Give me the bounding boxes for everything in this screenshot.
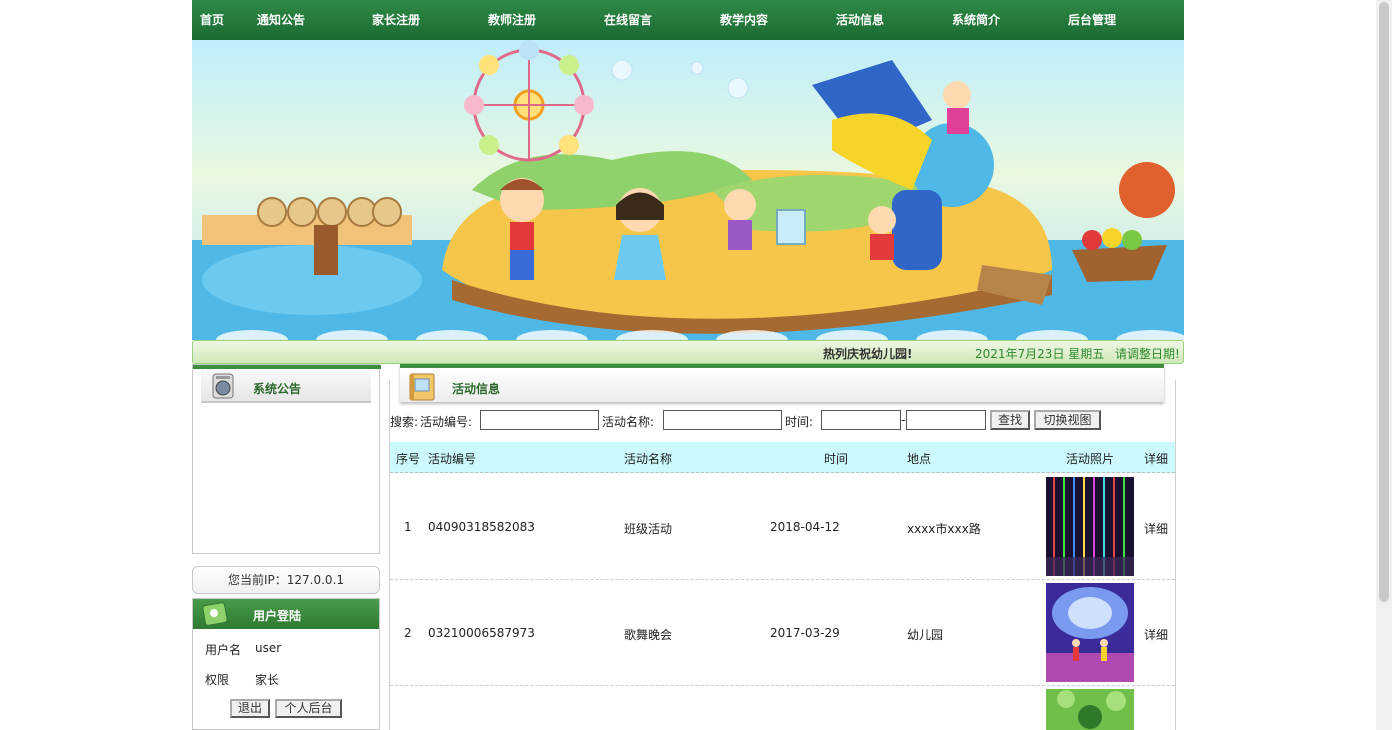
login-title: 用户登陆 — [253, 609, 302, 623]
logout-button[interactable]: 退出 — [230, 699, 270, 718]
detail-link[interactable]: 详细 — [1144, 626, 1168, 643]
nav-home[interactable]: 首页 — [200, 11, 224, 28]
search-button[interactable]: 查找 — [990, 410, 1030, 430]
table-row: 1 04090318582083 班级活动 2018-04-12 xxxx市xx… — [390, 474, 1175, 580]
row-activity-id: 03210006587973 — [428, 626, 535, 640]
row-date: 2017-03-29 — [770, 626, 840, 640]
current-date: 2021年7月23日 星期五 — [975, 347, 1105, 361]
table-row: 2 03210006587973 歌舞晚会 2017-03-29 幼儿园 详细 — [390, 580, 1175, 686]
login-panel: 用户登陆 用户名 user 权限 家长 退出 个人后台 — [192, 598, 380, 730]
stage-photo[interactable] — [1046, 583, 1134, 682]
row-activity-name: 歌舞晚会 — [624, 628, 673, 642]
nav-activities[interactable]: 活动信息 — [836, 11, 884, 28]
page-scrollbar[interactable] — [1376, 0, 1392, 730]
date-tip: 请调整日期! — [1115, 347, 1180, 361]
col-index: 序号 — [396, 452, 421, 466]
row-place: xxxx市xxx路 — [907, 522, 981, 536]
notice-panel: 系统公告 — [192, 364, 381, 554]
nav-message-board[interactable]: 在线留言 — [604, 11, 652, 28]
nav-admin[interactable]: 后台管理 — [1068, 11, 1116, 28]
nav-teaching-content[interactable]: 教学内容 — [720, 11, 768, 28]
time-separator: - — [901, 413, 906, 427]
row-index: 2 — [404, 626, 412, 640]
scrollbar-thumb[interactable] — [1379, 2, 1389, 602]
row-activity-id: 04090318582083 — [428, 520, 535, 534]
detail-link[interactable]: 详细 — [1144, 520, 1168, 537]
nav-teacher-register[interactable]: 教师注册 — [488, 11, 536, 28]
activity-name-label: 活动名称: — [602, 415, 655, 429]
search-label: 搜索: — [390, 415, 419, 429]
time-label: 时间: — [785, 415, 814, 429]
table-row — [390, 686, 1175, 730]
photo-album-icon — [409, 373, 435, 401]
activity-id-label: 活动编号: — [420, 415, 473, 429]
notice-header: 系统公告 — [201, 369, 371, 403]
nav-notices[interactable]: 通知公告 — [257, 11, 305, 28]
row-date: 2018-04-12 — [770, 520, 840, 534]
activity-id-input[interactable] — [480, 410, 599, 430]
lights-photo[interactable] — [1046, 477, 1134, 576]
col-photo: 活动照片 — [1066, 452, 1115, 466]
login-icon — [202, 602, 228, 626]
top-nav: 首页 通知公告 家长注册 教师注册 在线留言 教学内容 活动信息 系统简介 后台… — [192, 0, 1184, 40]
page-title: 活动信息 — [452, 382, 501, 396]
col-detail: 详细 — [1144, 452, 1169, 466]
table-header: 序号 活动编号 活动名称 时间 地点 活动照片 详细 — [390, 442, 1175, 473]
role-label: 权限 — [205, 673, 230, 687]
activity-name-input[interactable] — [663, 410, 782, 430]
main-header: 活动信息 — [400, 364, 1164, 402]
username-label: 用户名 — [205, 643, 242, 657]
notice-title: 系统公告 — [253, 382, 302, 396]
banner-illustration — [192, 40, 1184, 340]
time-start-input[interactable] — [821, 410, 901, 430]
login-header: 用户登陆 — [193, 599, 379, 629]
col-place: 地点 — [907, 452, 932, 466]
col-activity-name: 活动名称 — [624, 452, 673, 466]
toggle-view-button[interactable]: 切换视图 — [1034, 410, 1101, 430]
col-activity-id: 活动编号 — [428, 452, 477, 466]
time-end-input[interactable] — [906, 410, 986, 430]
nav-parent-register[interactable]: 家长注册 — [372, 11, 420, 28]
row-place: 幼儿园 — [907, 628, 944, 642]
marquee-bar: 热列庆祝幼儿园! 2021年7月23日 星期五 请调整日期! — [192, 340, 1184, 364]
personal-backend-button[interactable]: 个人后台 — [275, 699, 342, 718]
role-value: 家长 — [255, 673, 280, 687]
nav-about[interactable]: 系统简介 — [952, 11, 1000, 28]
row-activity-name: 班级活动 — [624, 522, 673, 536]
col-time: 时间 — [824, 452, 849, 466]
marquee-message: 热列庆祝幼儿园! — [823, 347, 913, 361]
row-index: 1 — [404, 520, 412, 534]
washer-icon — [212, 373, 234, 399]
garden-photo[interactable] — [1046, 689, 1134, 730]
ip-display: 您当前IP：127.0.0.1 — [192, 566, 380, 594]
username-value: user — [255, 641, 282, 655]
